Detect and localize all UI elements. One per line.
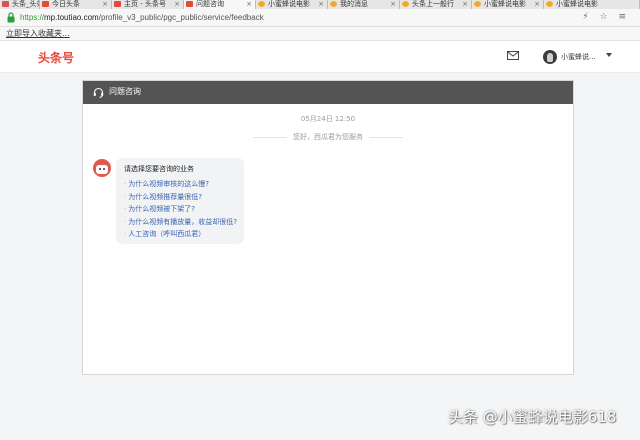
tab-favicon <box>474 1 481 7</box>
tab-label: 小蜜蜂说电影 <box>484 0 526 8</box>
url-domain: mp.toutiao.com <box>44 13 99 22</box>
option-item[interactable]: · 为什么视频有播放量，收益却很低? <box>124 216 237 229</box>
chat-title: 问题咨询 <box>109 87 141 96</box>
tab-favicon <box>546 1 553 7</box>
browser-tab[interactable]: 小蜜蜂说电影 <box>544 0 640 9</box>
bullet: · <box>124 230 127 238</box>
bullet: · <box>124 192 127 201</box>
tab-label: 小蜜蜂说电影 <box>556 0 598 8</box>
chat-header: 问题咨询 <box>83 81 573 104</box>
tab-favicon <box>186 1 193 7</box>
user-avatar[interactable] <box>543 50 557 64</box>
site-logo[interactable]: 头条号 <box>38 49 74 66</box>
tab-close-icon[interactable]: × <box>174 0 180 8</box>
tab-label: 头条_头条 <box>12 0 39 8</box>
bullet: · <box>124 205 127 213</box>
tab-label: 我的消息 <box>340 0 368 8</box>
mail-icon[interactable] <box>507 51 519 60</box>
option-item[interactable]: · 为什么视频被下架了? <box>124 203 237 216</box>
robot-eye <box>103 168 105 170</box>
browser-tab[interactable]: 今日头条 × <box>40 0 112 9</box>
browser-tab[interactable]: 小蜜蜂说电影 × <box>256 0 328 9</box>
url-scheme: https:// <box>20 13 45 22</box>
username[interactable]: 小蜜蜂说... <box>561 52 596 62</box>
tab-favicon <box>402 1 409 7</box>
system-message: 您好，西瓜君为您服务 <box>83 132 573 142</box>
bullet: · <box>124 217 127 226</box>
url-text[interactable]: https://mp.toutiao.com/profile_v3_public… <box>20 12 264 24</box>
bookmarks-bar: 立即导入收藏夹... <box>0 27 640 41</box>
bot-message-bubble: 请选择您要咨询的业务 · 为什么视频审核的这么慢? · 为什么视频推荐量很低? · 为… <box>116 158 244 244</box>
option-label: 为什么视频被下架了? <box>128 205 195 213</box>
url-path: /profile_v3_public/pgc_public/service/fe… <box>98 13 264 22</box>
tab-close-icon[interactable]: × <box>534 0 540 8</box>
tab-close-icon[interactable]: × <box>102 0 108 8</box>
tab-label: 主页 - 头条号 <box>124 0 166 8</box>
lock-icon <box>7 12 15 23</box>
bubble-title: 请选择您要咨询的业务 <box>124 165 194 173</box>
robot-eye <box>99 168 101 170</box>
browser-tab[interactable]: 小蜜蜂说电影 × <box>472 0 544 9</box>
browser-tab[interactable]: 我的消息 × <box>328 0 400 9</box>
watermark: 头条 @小蜜蜂说电影618 <box>448 408 617 426</box>
browser-tab-strip: 头条_头条 今日头条 × 主页 - 头条号 × 问题咨询 × 小蜜蜂说电影 × 我的消息… <box>0 0 640 9</box>
tab-favicon <box>258 1 265 7</box>
tab-favicon <box>330 1 337 7</box>
robot-icon <box>96 165 108 174</box>
chevron-down-icon[interactable] <box>606 53 612 57</box>
tab-favicon <box>114 1 121 7</box>
chat-timestamp: 05月24日 12:50 <box>300 115 356 123</box>
bullet: · <box>124 180 127 188</box>
tab-close-icon[interactable]: × <box>390 0 396 8</box>
tab-close-icon[interactable]: × <box>462 0 468 8</box>
tab-close-icon[interactable]: × <box>246 0 252 8</box>
browser-tab[interactable]: 主页 - 头条号 × <box>112 0 184 9</box>
option-label: 为什么视频审核的这么慢? <box>128 180 209 188</box>
tab-label: 今日头条 <box>52 0 80 8</box>
support-chat-panel: 问题咨询 05月24日 12:50 您好，西瓜君为您服务 请选择您要咨询的业务 … <box>82 80 574 375</box>
headset-icon <box>93 87 104 98</box>
option-list: · 为什么视频审核的这么慢? · 为什么视频推荐量很低? · 为什么视频被下架了? ·… <box>124 178 237 241</box>
browser-tab[interactable]: 头条_头条 <box>0 0 40 9</box>
tab-label: 问题咨询 <box>196 0 224 8</box>
option-item[interactable]: · 为什么视频推荐量很低? <box>124 191 237 204</box>
tab-label: 小蜜蜂说电影 <box>268 0 310 8</box>
option-item[interactable]: · 为什么视频审核的这么慢? <box>124 178 237 191</box>
avatar-face <box>547 53 553 62</box>
option-label: 人工咨询（呼叫西瓜君） <box>128 230 206 238</box>
address-bar-actions[interactable]: ⚡ ☆ ≡ <box>582 12 630 22</box>
tab-favicon <box>2 1 9 7</box>
address-bar[interactable]: https://mp.toutiao.com/profile_v3_public… <box>0 9 640 27</box>
tab-label: 头条上一般行 <box>412 0 454 8</box>
browser-tab-active[interactable]: 问题咨询 × <box>184 0 256 9</box>
human-support-option[interactable]: · 人工咨询（呼叫西瓜君） <box>124 228 237 241</box>
browser-tab[interactable]: 头条上一般行 × <box>400 0 472 9</box>
system-message-text: 您好，西瓜君为您服务 <box>287 133 369 141</box>
tab-close-icon[interactable]: × <box>318 0 324 8</box>
bot-avatar <box>93 159 111 177</box>
option-label: 为什么视频有播放量，收益却很低? <box>128 217 237 226</box>
import-bookmarks-link[interactable]: 立即导入收藏夹... <box>6 28 70 40</box>
tab-favicon <box>42 1 49 7</box>
site-header: 头条号 小蜜蜂说... <box>0 41 640 73</box>
option-label: 为什么视频推荐量很低? <box>128 192 202 201</box>
